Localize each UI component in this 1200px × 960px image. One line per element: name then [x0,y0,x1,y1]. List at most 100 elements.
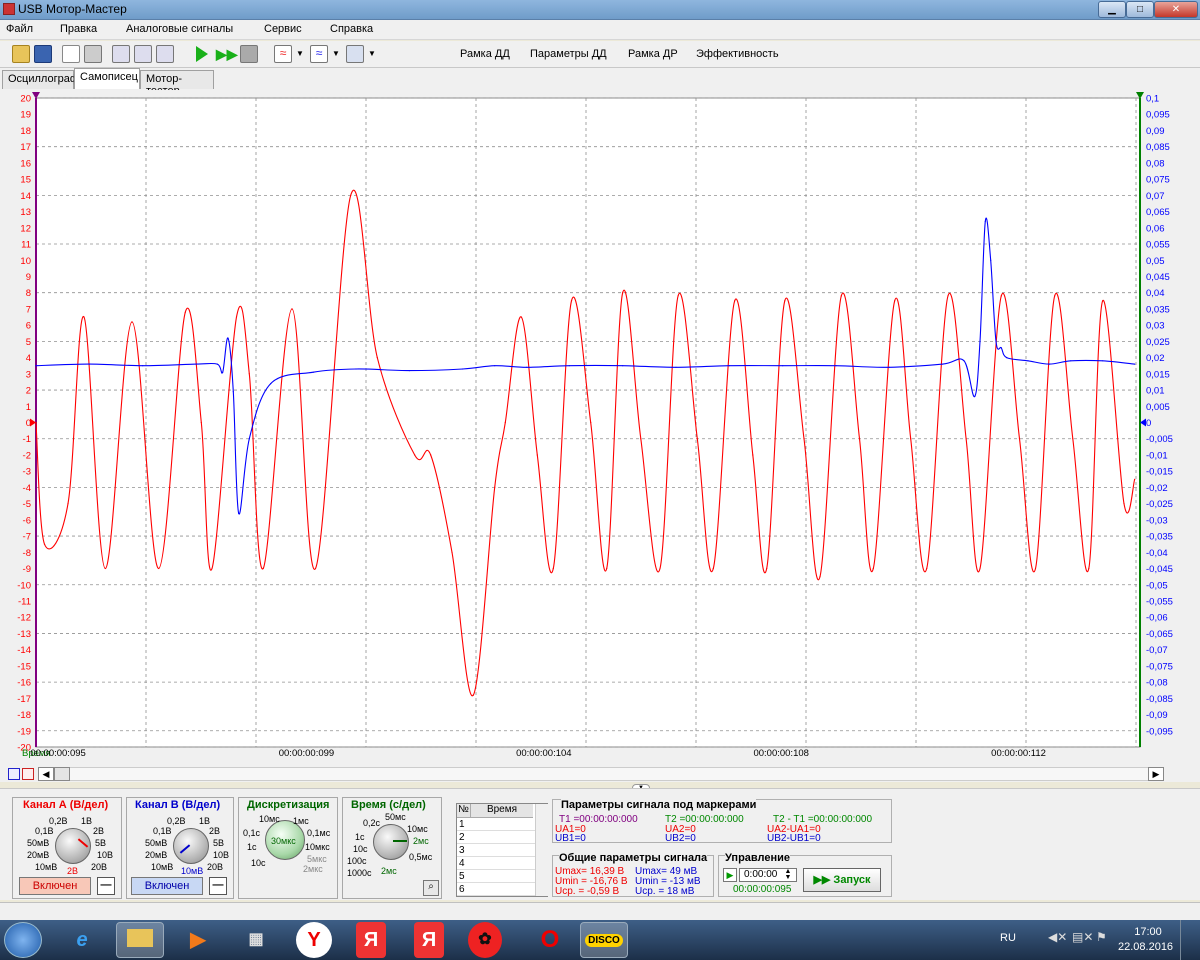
chevron-down-icon[interactable]: ▼ [332,49,340,58]
zoom-out-icon[interactable] [134,45,152,63]
efficiency-button[interactable]: Эффективность [696,48,779,60]
time-spinner[interactable]: ▲ ▼ [781,868,795,881]
y-right-tick-label: 0,005 [1146,402,1170,413]
internet-explorer-icon[interactable]: e [58,922,106,958]
open-folder-icon[interactable] [12,45,30,63]
params-dd-button[interactable]: Параметры ДД [530,48,607,60]
channel-b-signal-icon[interactable]: ≈ [310,45,328,63]
calculator-icon[interactable] [346,45,364,63]
channel-a-marker-button[interactable] [22,768,34,780]
tab-motor-tester[interactable]: Мотор-тестер [140,70,214,97]
media-player-icon[interactable]: ▶ [174,922,222,958]
channel-a-invert-button[interactable]: — [97,877,115,895]
maximize-button[interactable]: □ [1126,1,1154,18]
time-knob[interactable] [373,824,409,860]
zoom-in-icon[interactable] [112,45,130,63]
video-editor-icon[interactable]: ▦ [232,922,280,958]
close-button[interactable]: ✕ [1154,1,1198,18]
data-point [858,438,861,440]
chevron-down-icon[interactable]: ▼ [296,49,304,58]
minimize-button[interactable]: ▁ [1098,1,1126,18]
channel-b-value: 10мВ [181,866,204,876]
data-point [819,576,821,578]
data-point [984,220,986,222]
file-explorer-icon[interactable] [116,922,164,958]
y-right-tick-label: 0,075 [1146,175,1170,186]
network-error-icon[interactable]: ▤✕ [1072,930,1093,944]
x-tick-label: 00:00:00:112 [991,748,1046,759]
menu-service[interactable]: Сервис [264,23,302,35]
channel-b-knob[interactable] [173,828,209,864]
table-row[interactable]: 4 [457,857,535,870]
knob-label: 10мВ [35,862,58,872]
knob-label: 20мВ [145,850,168,860]
data-point [142,365,144,367]
menu-help[interactable]: Справка [330,23,373,35]
play-icon[interactable]: ▶ [723,868,737,882]
y-right-tick-label: -0,065 [1146,629,1173,640]
table-row[interactable]: 6 [457,883,535,896]
table-row[interactable]: 2 [457,831,535,844]
volume-muted-icon[interactable]: ◀✕ [1048,930,1067,944]
scroll-track[interactable] [70,767,1148,781]
y-right-tick-label: -0,055 [1146,596,1173,607]
recorder-chart[interactable]: 20191817161514131211109876543210-1-2-3-4… [0,90,1200,766]
channel-b-enabled-button[interactable]: Включен [131,877,203,895]
print-icon[interactable] [84,45,102,63]
y-left-tick-label: 7 [26,304,31,315]
channel-a-enabled-button[interactable]: Включен [19,877,91,895]
knob-label: 0,2В [49,816,68,826]
y-left-tick-label: 6 [26,321,31,332]
menu-analog-signals[interactable]: Аналоговые сигналы [126,23,233,35]
tab-recorder[interactable]: Самописец [74,68,140,89]
clock-date: 22.08.2016 [1118,941,1174,953]
knob-label: 10В [213,850,230,860]
print-preview-icon[interactable] [62,45,80,63]
opera-icon[interactable]: O [526,922,574,958]
zoom-fit-icon[interactable] [156,45,174,63]
data-point [1048,363,1050,365]
start-button[interactable]: ▶▶ Запуск [803,868,881,892]
save-icon[interactable] [34,45,52,63]
frame-dd-button[interactable]: Рамка ДД [460,48,510,60]
frame-dr-button[interactable]: Рамка ДР [628,48,678,60]
channel-a-signal-icon[interactable]: ≈ [274,45,292,63]
language-indicator[interactable]: RU [1000,932,1016,944]
menu-file[interactable]: Файл [6,23,33,35]
data-point [1102,360,1104,362]
b-uavg: Uср. = 18 мВ [635,886,695,897]
channel-b-invert-button[interactable]: — [209,877,227,895]
data-point [1000,347,1002,349]
scroll-thumb[interactable] [54,767,70,781]
y-right-tick-label: -0,005 [1146,434,1173,445]
table-scrollbar[interactable] [535,804,548,896]
y-right-tick-label: -0,045 [1146,564,1173,575]
yandex-icon[interactable]: Я [356,922,386,958]
table-header-time: Время [471,804,533,818]
media-icon[interactable]: ✿ [468,922,502,958]
menu-edit[interactable]: Правка [60,23,97,35]
data-point [570,300,573,302]
yandex-icon[interactable]: Я [414,922,444,958]
disco-app-icon[interactable]: DISCO [580,922,628,958]
action-center-icon[interactable]: ⚑ [1096,930,1107,944]
plot-area[interactable]: 20 19 18 17 16 15 14 13 12 11 10 9 8 7 6 5 4 3 2 1 0 -1 -2 -3 -4… [0,90,1200,766]
scroll-left-button[interactable]: ◀ [38,767,54,781]
zoom-icon[interactable]: ⌕ [423,880,439,896]
tab-oscilloscope[interactable]: Осциллограф [2,70,79,89]
fast-play-icon[interactable]: ▶▶ [216,46,238,63]
scroll-right-button[interactable]: ▶ [1148,767,1164,781]
channel-b-marker-button[interactable] [8,768,20,780]
show-desktop-button[interactable] [1180,920,1200,960]
table-row[interactable]: 3 [457,844,535,857]
knob-label: 0,5мс [409,852,433,862]
data-point [1018,438,1021,440]
table-row[interactable]: 1 [457,818,535,831]
stop-icon[interactable] [240,45,258,63]
play-icon[interactable] [196,46,208,62]
table-row[interactable]: 5 [457,870,535,883]
data-point [784,300,786,302]
chevron-down-icon[interactable]: ▼ [368,49,376,58]
yandex-browser-icon[interactable]: Y [296,922,332,958]
start-menu-button[interactable] [4,922,42,958]
